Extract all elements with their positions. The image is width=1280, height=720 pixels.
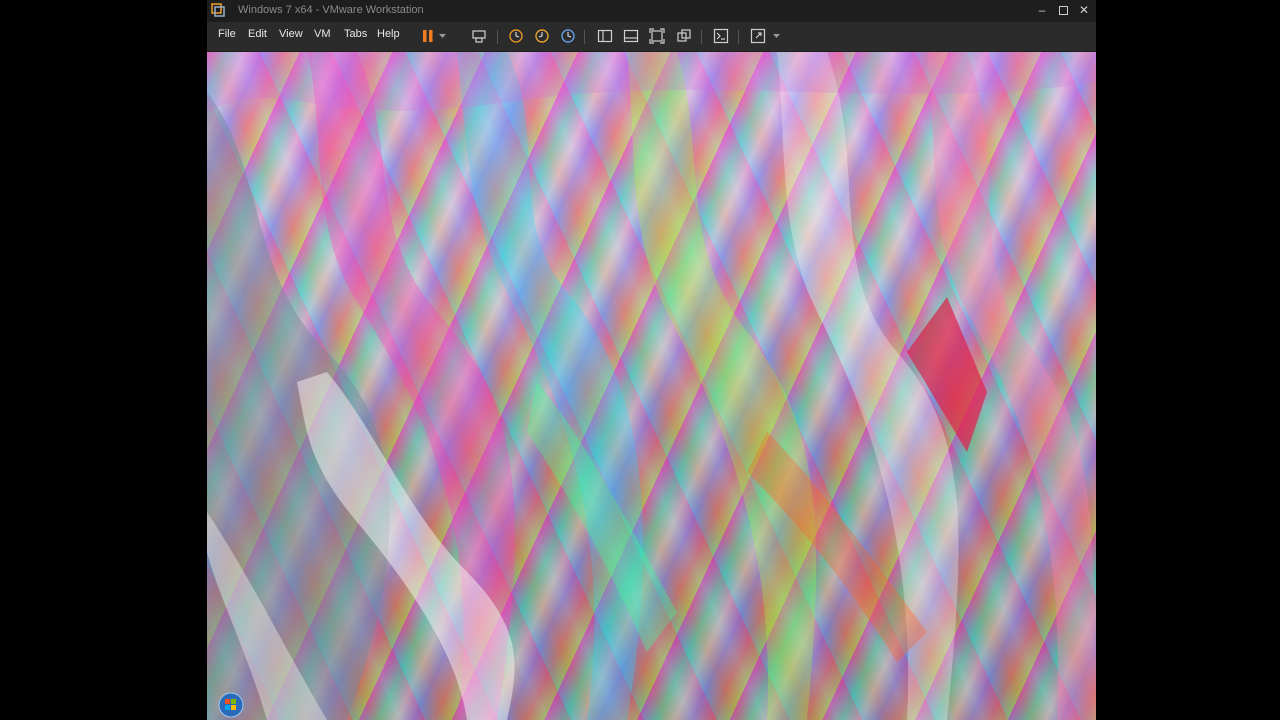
window-title: Windows 7 x64 - VMware Workstation	[238, 4, 424, 16]
vmware-window: Windows 7 x64 - VMware Workstation – ✕ F…	[207, 0, 1096, 720]
snapshot-icon[interactable]	[505, 26, 527, 46]
full-screen-icon[interactable]	[646, 26, 668, 46]
console-icon[interactable]	[710, 26, 732, 46]
minimize-icon[interactable]: –	[1031, 0, 1053, 20]
start-orb-icon[interactable]	[218, 692, 244, 718]
menu-bar: File Edit View VM Tabs Help	[207, 22, 1096, 51]
library-icon[interactable]	[594, 26, 616, 46]
vmware-app-icon	[211, 3, 225, 17]
thumbnail-bar-icon[interactable]	[620, 26, 642, 46]
dropdown-arrow-icon[interactable]	[436, 26, 448, 46]
menu-view[interactable]: View	[279, 28, 303, 40]
send-ctrl-alt-del-icon[interactable]	[468, 26, 490, 46]
maximize-icon[interactable]	[1052, 0, 1074, 20]
close-icon[interactable]: ✕	[1073, 0, 1095, 20]
guest-display[interactable]	[207, 52, 1096, 720]
glitched-screen-graphic	[207, 52, 1096, 720]
menu-vm[interactable]: VM	[314, 28, 331, 40]
stretch-guest-icon[interactable]	[747, 26, 769, 46]
menu-file[interactable]: File	[218, 28, 236, 40]
menu-tabs[interactable]: Tabs	[344, 28, 367, 40]
menu-help[interactable]: Help	[377, 28, 400, 40]
revert-snapshot-icon[interactable]	[531, 26, 553, 46]
snapshot-manager-icon[interactable]	[557, 26, 579, 46]
dropdown-arrow-icon[interactable]	[770, 26, 782, 46]
unity-icon[interactable]	[673, 26, 695, 46]
title-bar[interactable]: Windows 7 x64 - VMware Workstation – ✕	[207, 0, 1096, 22]
menu-edit[interactable]: Edit	[248, 28, 267, 40]
